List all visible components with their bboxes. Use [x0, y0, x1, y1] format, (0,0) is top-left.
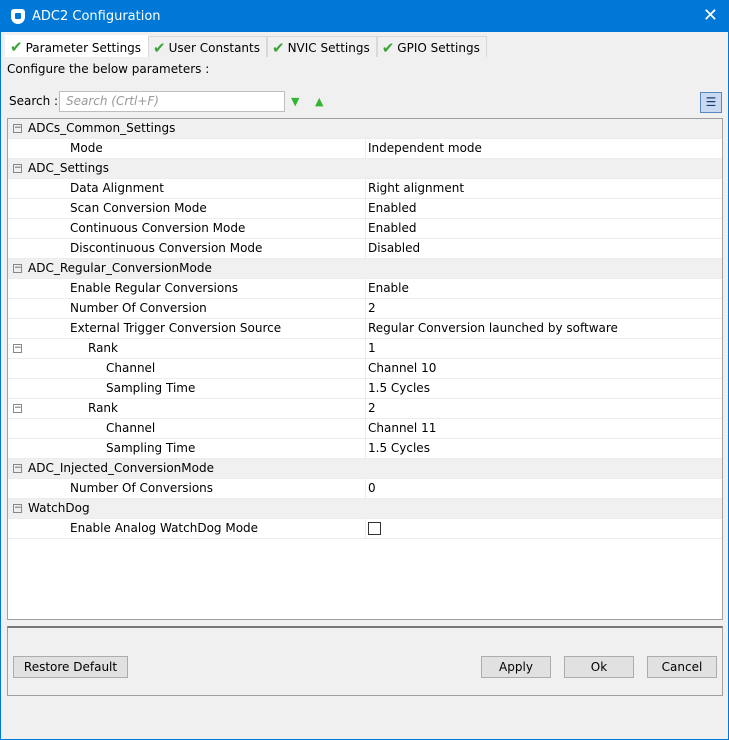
row-value[interactable]: Regular Conversion launched by software [365, 319, 721, 338]
parameter-tree: − ADCs_Common_Settings Mode Independent mod… [7, 118, 723, 620]
tree-param-row[interactable]: Enable Regular Conversions Enable [8, 279, 722, 299]
row-name: Discontinuous Conversion Mode [70, 241, 263, 255]
tab-content: Configure the below parameters : Search … [4, 57, 725, 739]
collapse-toggle-icon[interactable]: − [13, 344, 22, 353]
row-value[interactable]: 2 [365, 399, 721, 418]
collapse-toggle-icon[interactable]: − [13, 464, 22, 473]
dialog-window: ADC2 Configuration ✕ ✔ Parameter Settings… [0, 0, 729, 740]
tab-nvic-settings[interactable]: ✔ NVIC Settings [267, 36, 377, 57]
tree-param-row[interactable]: Data Alignment Right alignment [8, 179, 722, 199]
row-name: Enable Regular Conversions [70, 281, 239, 295]
search-next-arrow-down-icon[interactable]: ▼ [291, 95, 299, 108]
window-title: ADC2 Configuration [32, 9, 161, 24]
row-value[interactable]: Channel 11 [365, 419, 721, 438]
tree-group-row[interactable]: − WatchDog [8, 499, 722, 519]
tab-user-constants[interactable]: ✔ User Constants [148, 36, 267, 57]
tree-group-row[interactable]: − ADC_Injected_ConversionMode [8, 459, 722, 479]
row-name: Number Of Conversions [70, 481, 214, 495]
row-name: WatchDog [28, 501, 90, 515]
row-name: ADC_Regular_ConversionMode [28, 261, 212, 275]
row-name: External Trigger Conversion Source [70, 321, 282, 335]
row-value[interactable]: 1.5 Cycles [365, 439, 721, 458]
row-name: Mode [70, 141, 103, 155]
tree-param-row[interactable]: Enable Analog WatchDog Mode [8, 519, 722, 539]
tab-parameter-settings[interactable]: ✔ Parameter Settings [5, 35, 149, 57]
row-value[interactable]: Channel 10 [365, 359, 721, 378]
check-icon: ✔ [381, 38, 395, 57]
tree-param-row[interactable]: Scan Conversion Mode Enabled [8, 199, 722, 219]
check-icon: ✔ [153, 38, 166, 57]
row-name: Channel [106, 361, 156, 375]
tab-gpio-settings[interactable]: ✔ GPIO Settings [376, 36, 487, 57]
row-value[interactable]: 1.5 Cycles [365, 379, 721, 398]
row-name: Enable Analog WatchDog Mode [70, 521, 259, 535]
watchdog-checkbox[interactable] [368, 522, 381, 535]
row-name: Sampling Time [106, 441, 196, 455]
tree-param-row[interactable]: Mode Independent mode [8, 139, 722, 159]
collapse-toggle-icon[interactable]: − [13, 124, 22, 133]
row-name: Continuous Conversion Mode [70, 221, 246, 235]
list-view-toggle-button[interactable]: ☰ [700, 92, 722, 113]
tree-param-row[interactable]: Continuous Conversion Mode Enabled [8, 219, 722, 239]
collapse-toggle-icon[interactable]: − [13, 164, 22, 173]
tree-group-row[interactable]: − ADC_Regular_ConversionMode [8, 259, 722, 279]
row-value[interactable]: Enable [365, 279, 721, 298]
cancel-button[interactable]: Cancel [647, 656, 717, 678]
row-name: ADC_Injected_ConversionMode [28, 461, 214, 475]
collapse-toggle-icon[interactable]: − [13, 264, 22, 273]
row-name: Data Alignment [70, 181, 164, 195]
row-name: Rank [88, 401, 118, 415]
tab-label: GPIO Settings [397, 41, 480, 55]
row-value[interactable]: Independent mode [365, 139, 721, 158]
title-bar: ADC2 Configuration ✕ [1, 1, 728, 32]
tab-label: User Constants [168, 41, 260, 55]
row-value[interactable]: 0 [365, 479, 721, 498]
row-value[interactable]: Right alignment [365, 179, 721, 198]
restore-default-button[interactable]: Restore Default [13, 656, 128, 678]
tree-param-row[interactable]: − Rank 1 [8, 339, 722, 359]
app-shield-icon [11, 9, 25, 24]
row-name: Sampling Time [106, 381, 196, 395]
row-name: Number Of Conversion [70, 301, 207, 315]
configure-label: Configure the below parameters : [7, 62, 210, 76]
check-icon: ✔ [10, 38, 23, 56]
collapse-toggle-icon[interactable]: − [13, 404, 22, 413]
row-value[interactable]: Enabled [365, 219, 721, 238]
tab-bar: ✔ Parameter Settings ✔ User Constants ✔ NVI… [5, 35, 487, 57]
close-button[interactable]: ✕ [703, 5, 718, 26]
row-value[interactable]: 1 [365, 339, 721, 358]
tree-group-row[interactable]: − ADCs_Common_Settings [8, 119, 722, 139]
tree-param-row[interactable]: Channel Channel 10 [8, 359, 722, 379]
tree-param-row[interactable]: Sampling Time 1.5 Cycles [8, 439, 722, 459]
tree-param-row[interactable]: Number Of Conversion 2 [8, 299, 722, 319]
tab-label: NVIC Settings [287, 41, 370, 55]
apply-button[interactable]: Apply [481, 656, 551, 678]
check-icon: ✔ [272, 38, 285, 57]
row-value[interactable]: Enabled [365, 199, 721, 218]
collapse-toggle-icon[interactable]: − [13, 504, 22, 513]
row-name: Scan Conversion Mode [70, 201, 207, 215]
row-value[interactable]: Disabled [365, 239, 721, 258]
tree-param-row[interactable]: Channel Channel 11 [8, 419, 722, 439]
tree-param-row[interactable]: − Rank 2 [8, 399, 722, 419]
row-name: ADC_Settings [28, 161, 110, 175]
row-value[interactable]: 2 [365, 299, 721, 318]
tree-param-row[interactable]: Number Of Conversions 0 [8, 479, 722, 499]
row-name: ADCs_Common_Settings [28, 121, 176, 135]
row-value[interactable] [365, 519, 721, 538]
tree-param-row[interactable]: Sampling Time 1.5 Cycles [8, 379, 722, 399]
tree-param-row[interactable]: External Trigger Conversion Source Regula… [8, 319, 722, 339]
tab-label: Parameter Settings [25, 40, 142, 55]
search-input[interactable]: Search (Crtl+F) [59, 91, 285, 112]
tree-group-row[interactable]: − ADC_Settings [8, 159, 722, 179]
search-prev-arrow-up-icon[interactable]: ▲ [315, 95, 323, 108]
row-name: Rank [88, 341, 118, 355]
tree-param-row[interactable]: Discontinuous Conversion Mode Disabled [8, 239, 722, 259]
ok-button[interactable]: Ok [564, 656, 634, 678]
search-label: Search : [9, 94, 59, 108]
row-name: Channel [106, 421, 156, 435]
